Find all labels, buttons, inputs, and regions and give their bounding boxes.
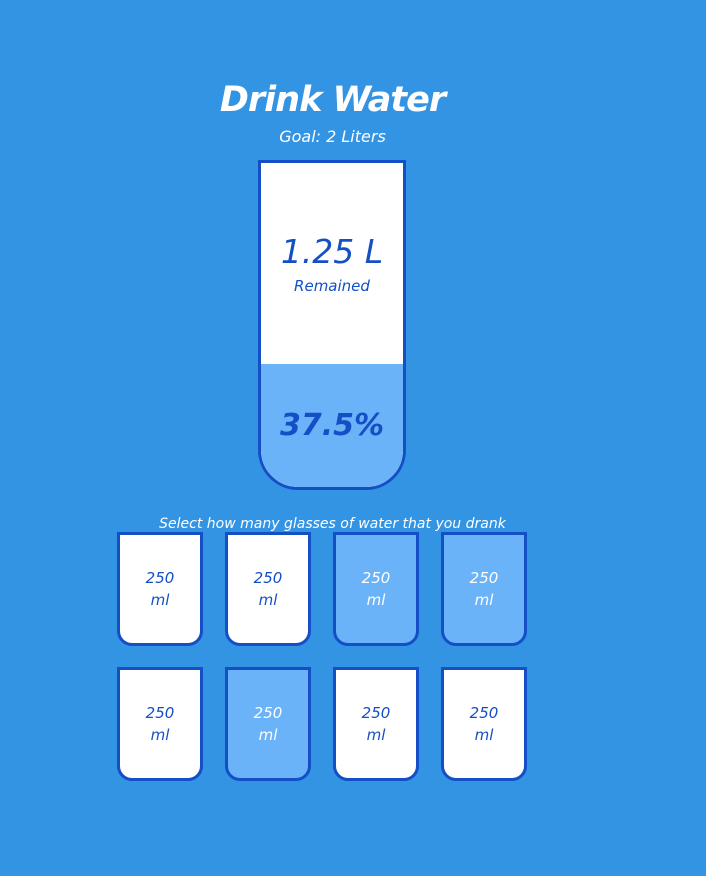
cup-label: 250 ml (145, 569, 175, 609)
small-cup[interactable]: 250 ml (441, 532, 527, 646)
cup-label: 250 ml (361, 569, 391, 609)
goal-text: Goal: 2 Liters (279, 127, 386, 146)
cup-label: 250 ml (361, 704, 391, 744)
small-cup[interactable]: 250 ml (333, 532, 419, 646)
small-cup[interactable]: 250 ml (117, 532, 203, 646)
remained-label: Remained (294, 276, 370, 295)
page-title: Drink Water (219, 80, 446, 120)
cup-label: 250 ml (469, 569, 499, 609)
remained-section: 1.25 L Remained (261, 163, 403, 364)
big-cup: 1.25 L Remained 37.5% (258, 160, 406, 490)
cup-label: 250 ml (253, 569, 283, 609)
percentage-fill: 37.5% (261, 364, 403, 487)
small-cup[interactable]: 250 ml (225, 532, 311, 646)
small-cup[interactable]: 250 ml (225, 667, 311, 781)
cup-label: 250 ml (253, 704, 283, 744)
small-cups-grid: 250 ml 250 ml 250 ml 250 ml 250 ml 250 ml 250 m… (117, 532, 549, 781)
small-cup[interactable]: 250 ml (333, 667, 419, 781)
cup-label: 250 ml (145, 704, 175, 744)
small-cup[interactable]: 250 ml (117, 667, 203, 781)
cup-label: 250 ml (469, 704, 499, 744)
instruction-text: Select how many glasses of water that yo… (159, 516, 506, 532)
small-cup[interactable]: 250 ml (441, 667, 527, 781)
remained-value: 1.25 L (280, 231, 384, 271)
